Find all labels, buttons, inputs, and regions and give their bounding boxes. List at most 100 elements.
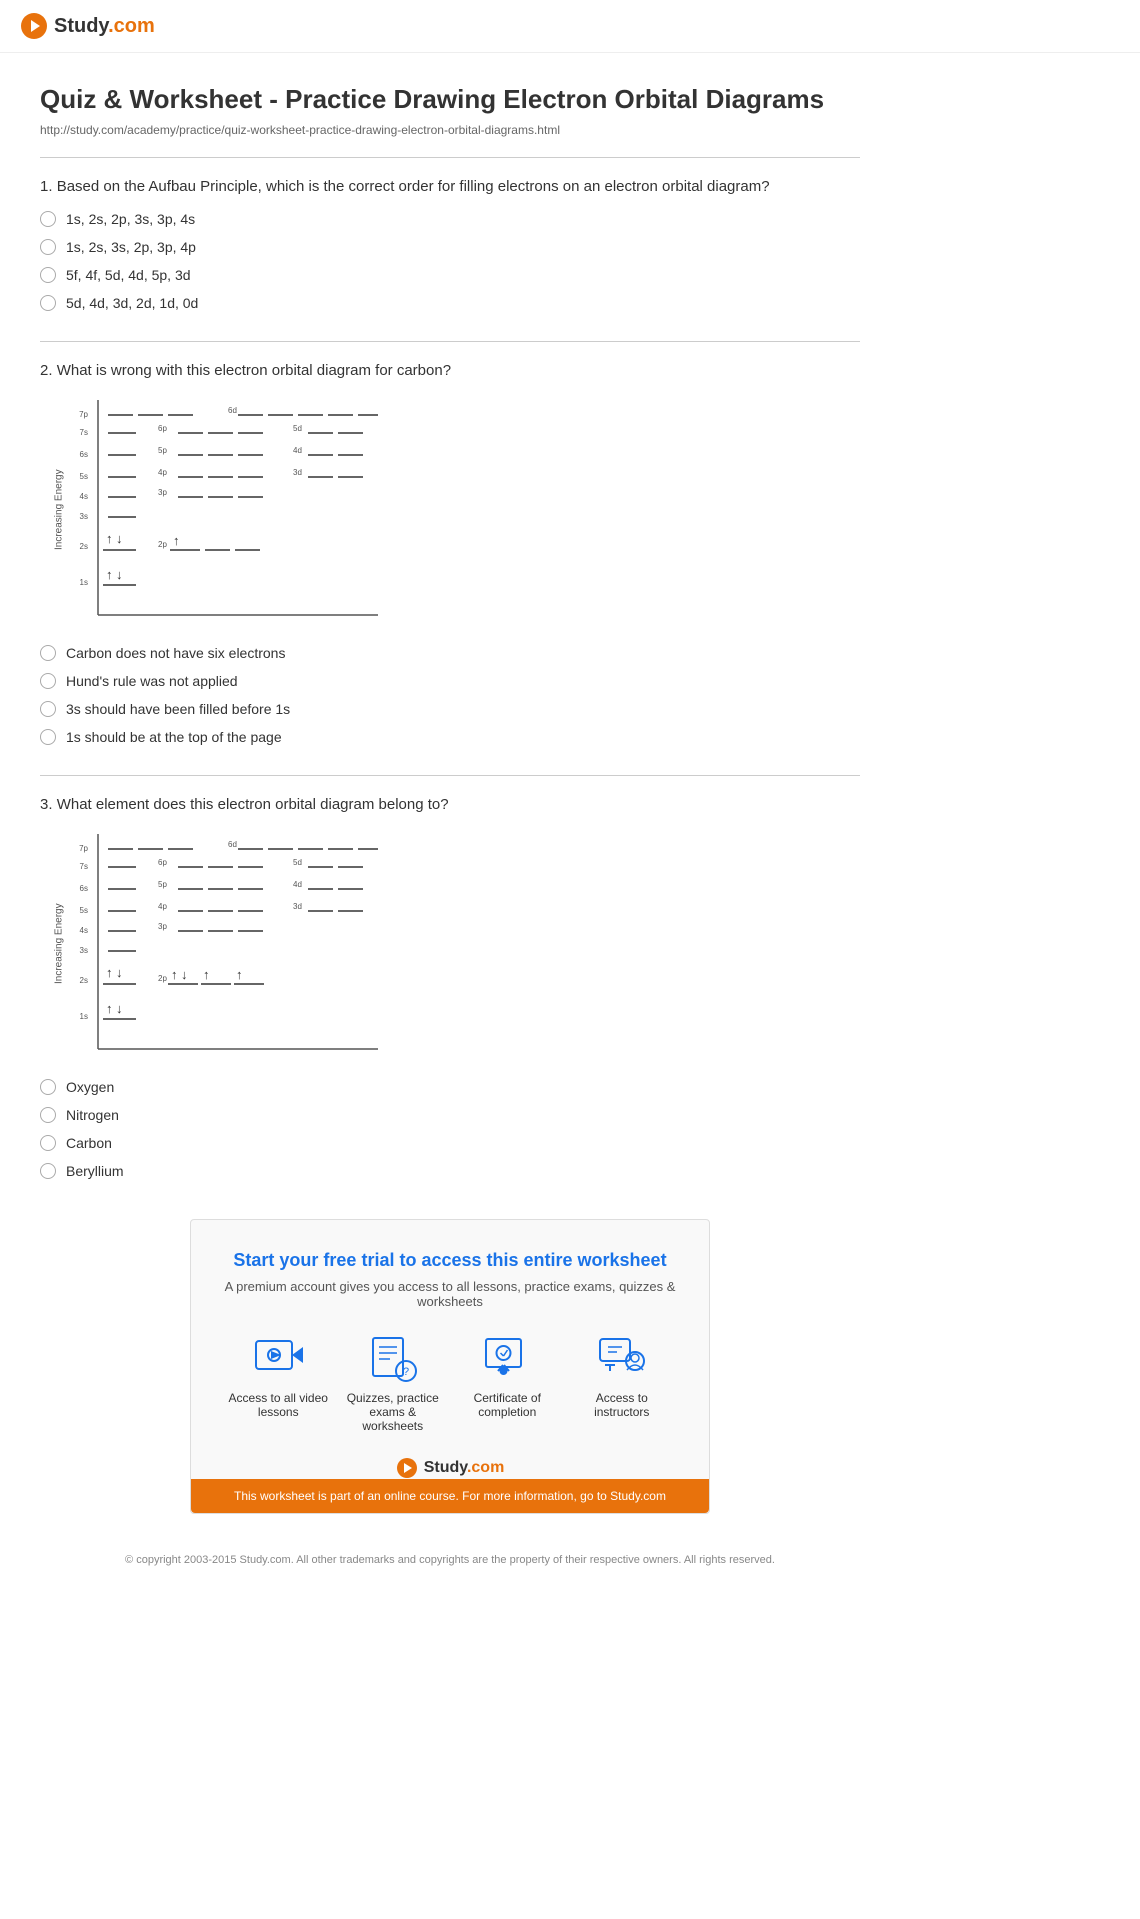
q2-option-2[interactable]: Hund's rule was not applied — [40, 673, 860, 689]
q3-option-3[interactable]: Carbon — [40, 1135, 860, 1151]
radio-1-3[interactable] — [40, 267, 56, 283]
svg-text:3s: 3s — [80, 512, 88, 521]
svg-text:7p: 7p — [79, 844, 88, 853]
q1-option-3-text: 5f, 4f, 5d, 4d, 5p, 3d — [66, 267, 191, 283]
q2-option-2-text: Hund's rule was not applied — [66, 673, 238, 689]
svg-text:6p: 6p — [158, 424, 167, 433]
svg-text:4s: 4s — [80, 926, 88, 935]
question-3: 3. What element does this electron orbit… — [40, 796, 860, 1179]
q2-energy-label: Increasing Energy — [50, 395, 68, 625]
svg-text:↑: ↑ — [236, 967, 243, 982]
q1-option-2[interactable]: 1s, 2s, 3s, 2p, 3p, 4p — [40, 239, 860, 255]
svg-text:4d: 4d — [293, 446, 302, 455]
svg-text:3d: 3d — [293, 902, 302, 911]
radio-2-3[interactable] — [40, 701, 56, 717]
svg-text:5d: 5d — [293, 858, 302, 867]
svg-text:3d: 3d — [293, 468, 302, 477]
q2-diagram: Increasing Energy 7p 6d 7s 6p — [50, 395, 860, 625]
q3-option-3-text: Carbon — [66, 1135, 112, 1151]
svg-text:↑: ↑ — [106, 1001, 113, 1016]
copyright: © copyright 2003-2015 Study.com. All oth… — [40, 1554, 860, 1586]
svg-text:5p: 5p — [158, 880, 167, 889]
svg-text:4p: 4p — [158, 468, 167, 477]
svg-text:5p: 5p — [158, 446, 167, 455]
svg-text:7p: 7p — [79, 410, 88, 419]
radio-3-2[interactable] — [40, 1107, 56, 1123]
svg-text:↑: ↑ — [106, 531, 113, 546]
svg-text:5s: 5s — [80, 906, 88, 915]
radio-2-2[interactable] — [40, 673, 56, 689]
svg-text:7s: 7s — [80, 862, 88, 871]
question-1: 1. Based on the Aufbau Principle, which … — [40, 178, 860, 311]
divider-3 — [40, 775, 860, 776]
svg-text:6s: 6s — [80, 884, 88, 893]
svg-text:3p: 3p — [158, 488, 167, 497]
q2-option-4-text: 1s should be at the top of the page — [66, 729, 282, 745]
radio-3-4[interactable] — [40, 1163, 56, 1179]
q1-option-4[interactable]: 5d, 4d, 3d, 2d, 1d, 0d — [40, 295, 860, 311]
q3-option-1-text: Oxygen — [66, 1079, 114, 1095]
radio-1-4[interactable] — [40, 295, 56, 311]
svg-text:↓: ↓ — [116, 965, 123, 980]
q3-energy-label: Increasing Energy — [50, 829, 68, 1059]
page-url: http://study.com/academy/practice/quiz-w… — [40, 123, 860, 137]
svg-text:3p: 3p — [158, 922, 167, 931]
svg-text:4d: 4d — [293, 880, 302, 889]
q1-option-1[interactable]: 1s, 2s, 2p, 3s, 3p, 4s — [40, 211, 860, 227]
logo[interactable]: Study.com — [20, 12, 155, 40]
svg-text:4p: 4p — [158, 902, 167, 911]
svg-text:6d: 6d — [228, 840, 237, 849]
svg-text:↓: ↓ — [181, 967, 188, 982]
q2-option-1[interactable]: Carbon does not have six electrons — [40, 645, 860, 661]
svg-text:6d: 6d — [228, 406, 237, 415]
radio-3-3[interactable] — [40, 1135, 56, 1151]
svg-text:2s: 2s — [80, 976, 88, 985]
svg-text:↑: ↑ — [106, 965, 113, 980]
premium-title: Start your free trial to access this ent… — [221, 1250, 679, 1271]
q3-option-1[interactable]: Oxygen — [40, 1079, 860, 1095]
svg-text:1s: 1s — [80, 1012, 88, 1021]
q2-option-3[interactable]: 3s should have been filled before 1s — [40, 701, 860, 717]
video-icon — [253, 1333, 303, 1383]
q3-option-2[interactable]: Nitrogen — [40, 1107, 860, 1123]
main-content: Quiz & Worksheet - Practice Drawing Elec… — [0, 53, 900, 1616]
logo-icon — [20, 12, 48, 40]
svg-text:↓: ↓ — [116, 531, 123, 546]
question-3-text: 3. What element does this electron orbit… — [40, 796, 860, 813]
logo-text: Study.com — [54, 15, 155, 38]
q3-option-4[interactable]: Beryllium — [40, 1163, 860, 1179]
svg-text:?: ? — [403, 1366, 409, 1378]
svg-text:5d: 5d — [293, 424, 302, 433]
svg-text:2s: 2s — [80, 542, 88, 551]
feature-instructor: Access to instructors — [567, 1333, 677, 1433]
svg-text:↓: ↓ — [116, 1001, 123, 1016]
radio-1-1[interactable] — [40, 211, 56, 227]
premium-logo-icon — [396, 1457, 418, 1479]
svg-text:7s: 7s — [80, 428, 88, 437]
certificate-icon — [482, 1333, 532, 1383]
feature-certificate-label: Certificate of completion — [452, 1391, 562, 1419]
divider-2 — [40, 341, 860, 342]
radio-2-1[interactable] — [40, 645, 56, 661]
feature-instructor-label: Access to instructors — [567, 1391, 677, 1419]
q3-diagram: Increasing Energy 7p 6d 7s 6p — [50, 829, 860, 1059]
premium-subtitle: A premium account gives you access to al… — [221, 1279, 679, 1309]
q2-orbital-svg: 7p 6d 7s 6p 5d — [68, 395, 388, 625]
divider-1 — [40, 157, 860, 158]
premium-box: Start your free trial to access this ent… — [190, 1219, 710, 1514]
premium-features: Access to all video lessons ? Quizzes, p… — [221, 1333, 679, 1433]
q2-option-4[interactable]: 1s should be at the top of the page — [40, 729, 860, 745]
feature-quiz: ? Quizzes, practice exams & worksheets — [338, 1333, 448, 1433]
svg-text:6s: 6s — [80, 450, 88, 459]
q1-option-3[interactable]: 5f, 4f, 5d, 4d, 5p, 3d — [40, 267, 860, 283]
quiz-icon: ? — [368, 1333, 418, 1383]
premium-logo-row: Study.com — [221, 1457, 679, 1479]
svg-text:2p: 2p — [158, 974, 167, 983]
radio-1-2[interactable] — [40, 239, 56, 255]
radio-3-1[interactable] — [40, 1079, 56, 1095]
radio-2-4[interactable] — [40, 729, 56, 745]
q2-option-1-text: Carbon does not have six electrons — [66, 645, 285, 661]
question-2-text: 2. What is wrong with this electron orbi… — [40, 362, 860, 379]
svg-text:3s: 3s — [80, 946, 88, 955]
q1-option-2-text: 1s, 2s, 3s, 2p, 3p, 4p — [66, 239, 196, 255]
